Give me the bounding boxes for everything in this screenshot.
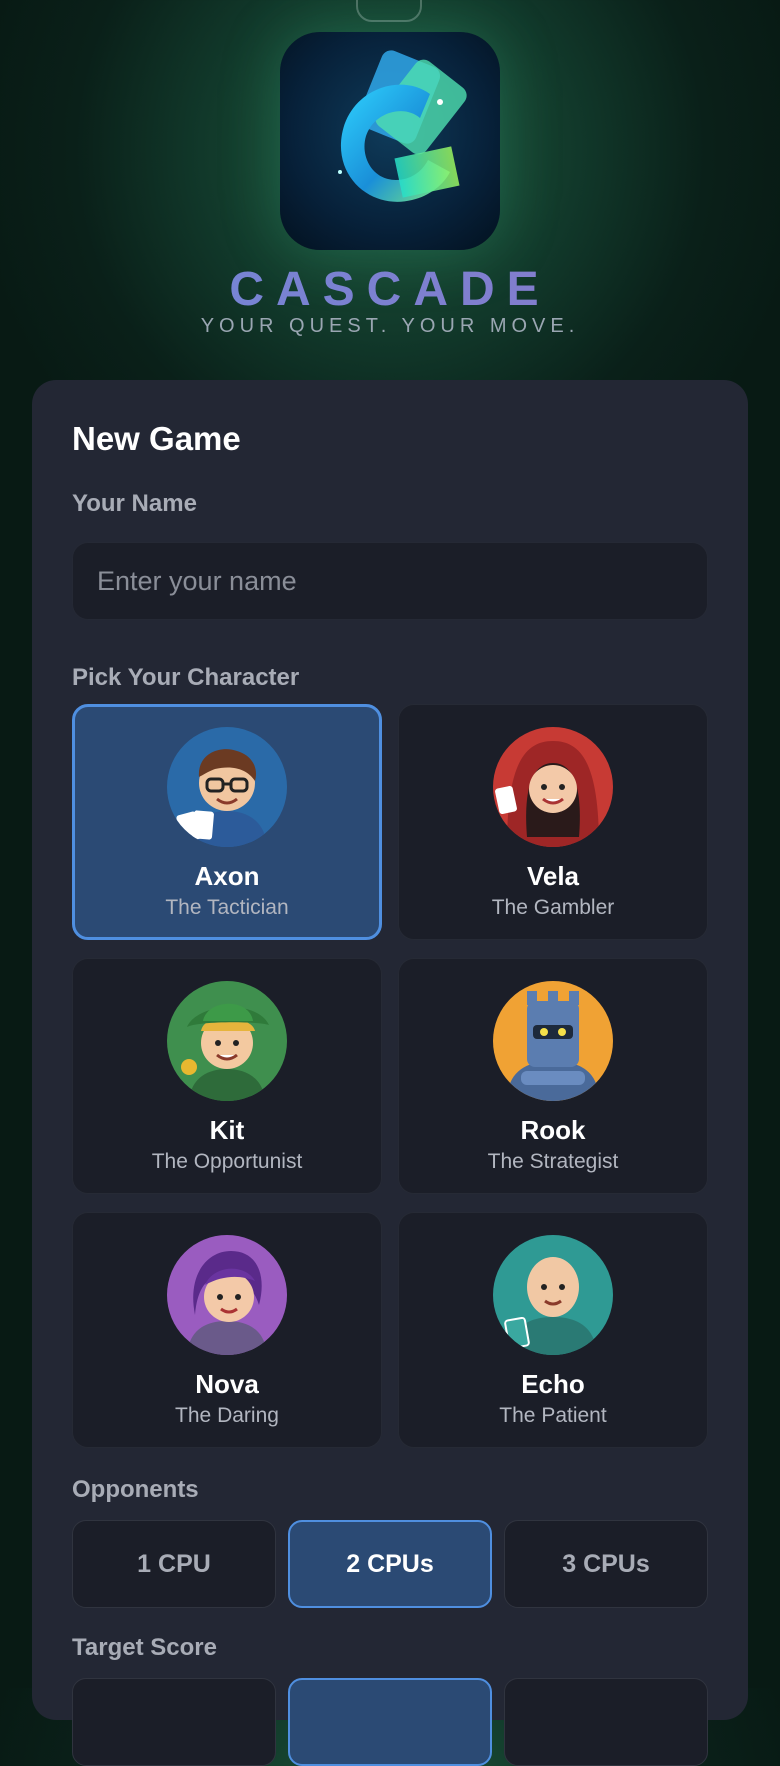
app-title: CASCADE: [0, 262, 780, 317]
card-heading: New Game: [72, 420, 241, 457]
character-card-kit[interactable]: Kit The Opportunist: [72, 958, 382, 1194]
nova-avatar-icon: [167, 1235, 287, 1355]
character-name: Kit: [209, 1115, 245, 1145]
target-score-label: Target Score: [72, 1634, 217, 1661]
name-input[interactable]: [72, 542, 708, 620]
echo-avatar-icon: [493, 1235, 613, 1355]
app-tagline: YOUR QUEST. YOUR MOVE.: [200, 315, 580, 337]
character-title: The Strategist: [487, 1150, 619, 1173]
name-label: Your Name: [72, 490, 197, 517]
character-name: Rook: [520, 1115, 586, 1145]
kit-avatar-icon: [167, 981, 287, 1101]
camera-notch: [356, 0, 422, 22]
character-title: The Daring: [175, 1404, 279, 1427]
character-card-axon[interactable]: Axon The Tactician: [72, 704, 382, 940]
character-card-vela[interactable]: Vela The Gambler: [398, 704, 708, 940]
opponents-1-cpu-button[interactable]: 1 CPU: [72, 1520, 276, 1608]
target-score-option-1[interactable]: [72, 1678, 276, 1766]
character-card-nova[interactable]: Nova The Daring: [72, 1212, 382, 1448]
character-title: The Tactician: [165, 896, 289, 919]
character-card-rook[interactable]: Rook The Strategist: [398, 958, 708, 1194]
character-title: The Patient: [499, 1404, 607, 1427]
character-name: Nova: [195, 1369, 259, 1399]
character-name: Axon: [194, 861, 260, 891]
character-name: Echo: [521, 1369, 585, 1399]
axon-avatar-icon: [167, 727, 287, 847]
opponents-3-cpus-button[interactable]: 3 CPUs: [504, 1520, 708, 1608]
opponents-2-cpus-button[interactable]: 2 CPUs: [288, 1520, 492, 1608]
opponents-label: Opponents: [72, 1476, 199, 1503]
app-logo-icon: [280, 32, 500, 250]
rook-avatar-icon: [493, 981, 613, 1101]
character-label: Pick Your Character: [72, 664, 300, 691]
character-name: Vela: [526, 861, 580, 891]
character-title: The Gambler: [491, 896, 615, 919]
target-score-option-3[interactable]: [504, 1678, 708, 1766]
new-game-card: New Game Your Name Pick Your Character A…: [32, 380, 748, 1766]
character-title: The Opportunist: [151, 1150, 303, 1173]
vela-avatar-icon: [493, 727, 613, 847]
character-card-echo[interactable]: Echo The Patient: [398, 1212, 708, 1448]
target-score-option-2[interactable]: [288, 1678, 492, 1766]
